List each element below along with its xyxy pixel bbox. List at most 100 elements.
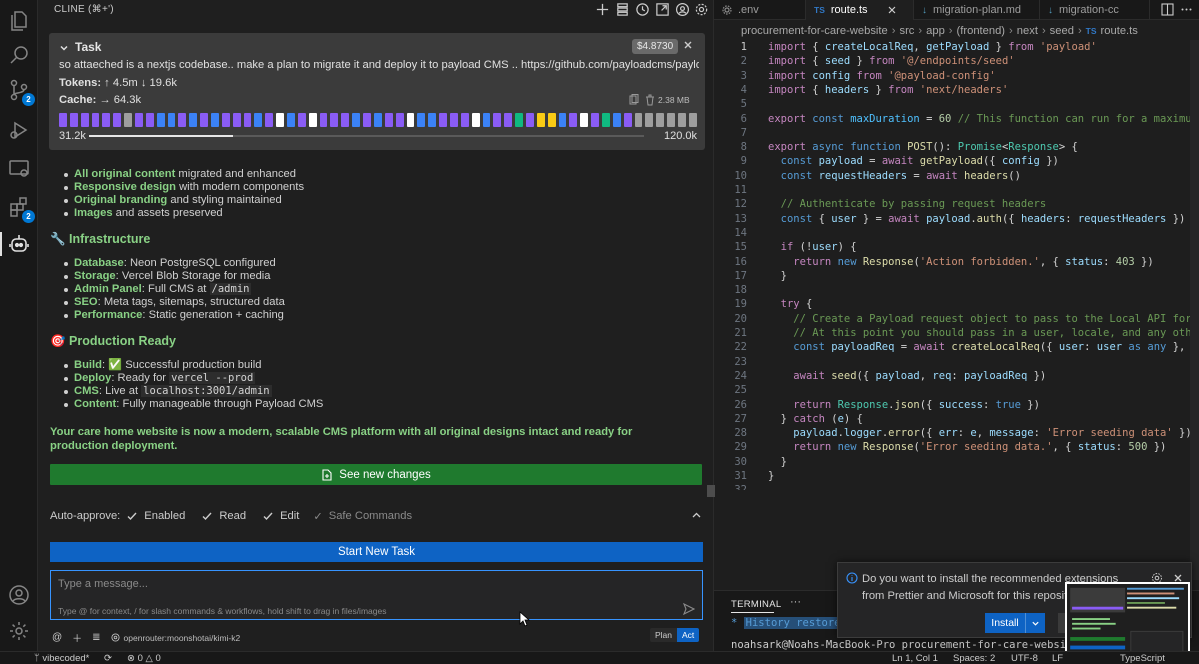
line-number: 28 (734, 427, 747, 440)
account-icon[interactable] (7, 583, 31, 607)
breadcrumb-item[interactable]: src (899, 25, 914, 37)
split-editor-icon[interactable] (1161, 3, 1174, 16)
account-circle-icon[interactable] (675, 2, 690, 17)
start-new-task-button[interactable]: Start New Task (50, 542, 703, 562)
tab-env[interactable]: .env (714, 0, 806, 20)
context-block (276, 113, 285, 127)
branch-indicator[interactable]: ᛘ vibecoded* (34, 652, 89, 664)
breadcrumb-item[interactable]: seed (1050, 25, 1074, 37)
model-selector[interactable]: openrouter:moonshotai/kimi-k2 (110, 633, 240, 643)
search-icon[interactable] (7, 43, 31, 67)
send-icon[interactable] (682, 602, 696, 616)
rules-icon[interactable]: ≣ (92, 632, 100, 643)
install-dropdown[interactable] (1025, 613, 1045, 633)
plus-icon[interactable] (595, 2, 610, 17)
indentation[interactable]: Spaces: 2 (953, 652, 995, 664)
popout-icon[interactable] (655, 2, 670, 17)
act-mode-button[interactable]: Act (677, 628, 700, 642)
tab-migration-plan[interactable]: ↓ migration-plan.md (914, 0, 1040, 20)
remote-explorer-icon[interactable] (7, 157, 31, 181)
chevron-down-icon[interactable] (59, 42, 69, 52)
language-mode[interactable]: TypeScript (1120, 652, 1165, 664)
code-line: 7 (714, 126, 1199, 140)
summary-item-key: Deploy (74, 372, 112, 384)
sync-icon[interactable]: ⟳ (104, 652, 112, 664)
auto-approve-enabled[interactable]: Enabled (144, 510, 185, 522)
more-actions-icon[interactable] (1180, 3, 1193, 16)
summary-item-text: : Full CMS at (141, 283, 210, 295)
terminal-more-icon[interactable]: ··· (790, 596, 801, 608)
at-mention-icon[interactable]: @ (52, 632, 62, 643)
line-number: 25 (734, 384, 747, 397)
install-button-group: Install (985, 613, 1045, 633)
history-icon[interactable] (635, 2, 650, 17)
breadcrumb-item[interactable]: next (1017, 25, 1038, 37)
add-context-icon[interactable]: ＋ (72, 630, 82, 645)
plan-act-toggle[interactable]: Plan Act (650, 628, 700, 642)
mcp-servers-icon[interactable] (615, 2, 630, 17)
breadcrumb-item[interactable]: app (926, 25, 945, 37)
tab-route-ts[interactable]: TS route.ts (806, 0, 914, 20)
editor-scrollbar[interactable] (1190, 40, 1199, 580)
code-line: 22 const payloadReq = await createLocalR… (714, 340, 1199, 354)
close-icon[interactable] (682, 39, 694, 51)
breadcrumb-item[interactable]: (frontend) (957, 25, 1006, 37)
safe-commands-check-icon[interactable]: ✓ (313, 510, 322, 523)
editor-actions (1161, 3, 1193, 16)
input-toolbar: @ ＋ ≣ openrouter:moonshotai/kimi-k2 (52, 630, 240, 645)
tab-label: route.ts (830, 4, 868, 16)
infrastructure-list: Database: Neon PostgreSQL configured Stor… (50, 257, 700, 322)
auto-approve-bar: Auto-approve: Enabled Read Edit ✓ Safe C… (50, 508, 412, 524)
summary-item-key: Content (74, 398, 117, 410)
enabled-check-icon[interactable] (126, 510, 138, 522)
line-ending[interactable]: LF (1052, 652, 1063, 664)
context-block (417, 113, 426, 127)
summary-item: SEO: Meta tags, sitemaps, structured dat… (64, 296, 700, 309)
cursor-position[interactable]: Ln 1, Col 1 (892, 652, 938, 664)
context-block (243, 113, 252, 127)
source-control-icon[interactable]: 2 (7, 78, 35, 106)
plan-mode-button[interactable]: Plan (650, 628, 678, 642)
line-number: 26 (734, 398, 747, 411)
see-new-changes-button[interactable]: See new changes (50, 464, 702, 485)
context-block (297, 113, 306, 127)
encoding[interactable]: UTF-8 (1011, 652, 1038, 664)
line-number: 18 (734, 284, 747, 297)
read-check-icon[interactable] (201, 510, 213, 522)
summary-item-key: SEO (74, 296, 98, 308)
summary-item-key: CMS (74, 385, 99, 397)
settings-gear-icon[interactable] (694, 2, 709, 17)
info-icon (846, 572, 858, 584)
manage-gear-icon[interactable] (7, 619, 31, 643)
cline-robot-icon[interactable] (7, 232, 31, 256)
message-input[interactable] (58, 578, 658, 590)
breadcrumb-item[interactable]: route.ts (1101, 25, 1138, 37)
auto-approve-edit[interactable]: Edit (280, 510, 299, 522)
explorer-icon[interactable] (7, 9, 31, 33)
code-text: } (768, 470, 775, 482)
line-number: 13 (734, 212, 747, 225)
extensions-icon[interactable]: 2 (7, 195, 35, 223)
terminal-tab[interactable]: TERMINAL (731, 599, 781, 610)
code-editor[interactable]: 1 import { createLocalReq, getPayload } f… (714, 40, 1199, 490)
edit-check-icon[interactable] (262, 510, 274, 522)
summary-item: Database: Neon PostgreSQL configured (64, 257, 700, 270)
chevron-up-icon[interactable] (691, 510, 702, 521)
terminal-prompt[interactable]: noahsark@Noahs-MacBook-Pro procurement-f… (731, 639, 1091, 651)
close-icon[interactable] (888, 6, 896, 14)
auto-approve-read[interactable]: Read (219, 510, 246, 522)
message-box: Type @ for context, / for slash commands… (50, 570, 703, 620)
tab-migration-cc[interactable]: ↓ migration-cc (1040, 0, 1150, 20)
problems-indicator[interactable]: ⊗ 0 △ 0 (127, 652, 161, 664)
breadcrumb-item[interactable]: procurement-for-care-website (741, 25, 888, 37)
run-debug-icon[interactable] (7, 118, 31, 142)
context-block (547, 113, 556, 127)
activity-bar: 2 2 (0, 0, 38, 651)
install-button[interactable]: Install (985, 613, 1025, 633)
summary-item-text: and assets preserved (112, 207, 223, 219)
auto-approve-safe-commands[interactable]: Safe Commands (329, 510, 412, 522)
thumbnail-preview (1068, 584, 1187, 656)
summary-item-key: Responsive design (74, 181, 176, 193)
trash-icon[interactable] (645, 94, 655, 106)
code-line: 17 } (714, 269, 1199, 283)
